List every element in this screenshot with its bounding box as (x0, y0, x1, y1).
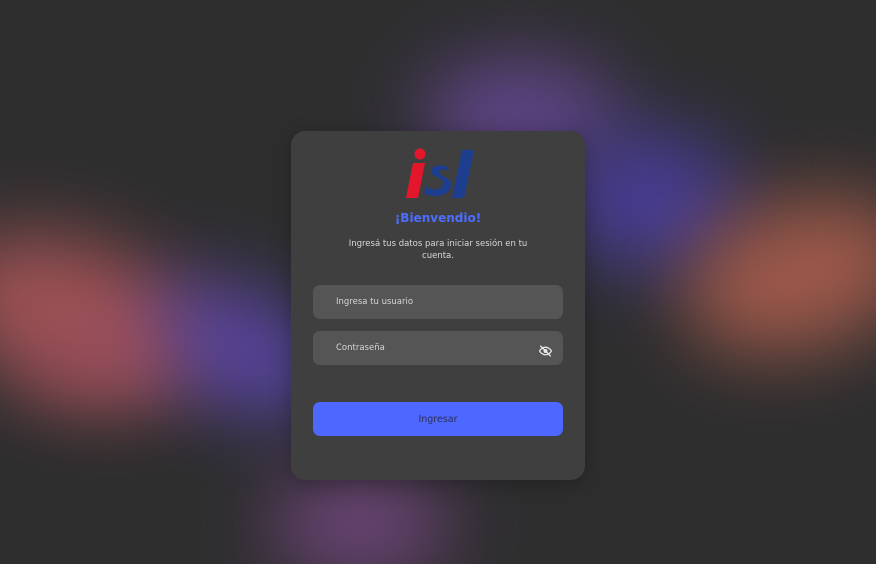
isl-logo: isl (400, 146, 480, 202)
username-field[interactable] (313, 285, 563, 319)
password-input[interactable] (313, 331, 563, 365)
background-glow (20, 320, 180, 400)
login-button[interactable]: Ingresar (313, 402, 563, 436)
username-input[interactable] (313, 285, 563, 319)
subtitle: Ingresá tus datos para iniciar sesión en… (348, 239, 528, 261)
welcome-title: ¡Bienvendio! (394, 211, 482, 225)
eye-off-icon[interactable] (538, 342, 553, 357)
background-glow (270, 470, 450, 564)
password-field[interactable] (313, 331, 563, 365)
